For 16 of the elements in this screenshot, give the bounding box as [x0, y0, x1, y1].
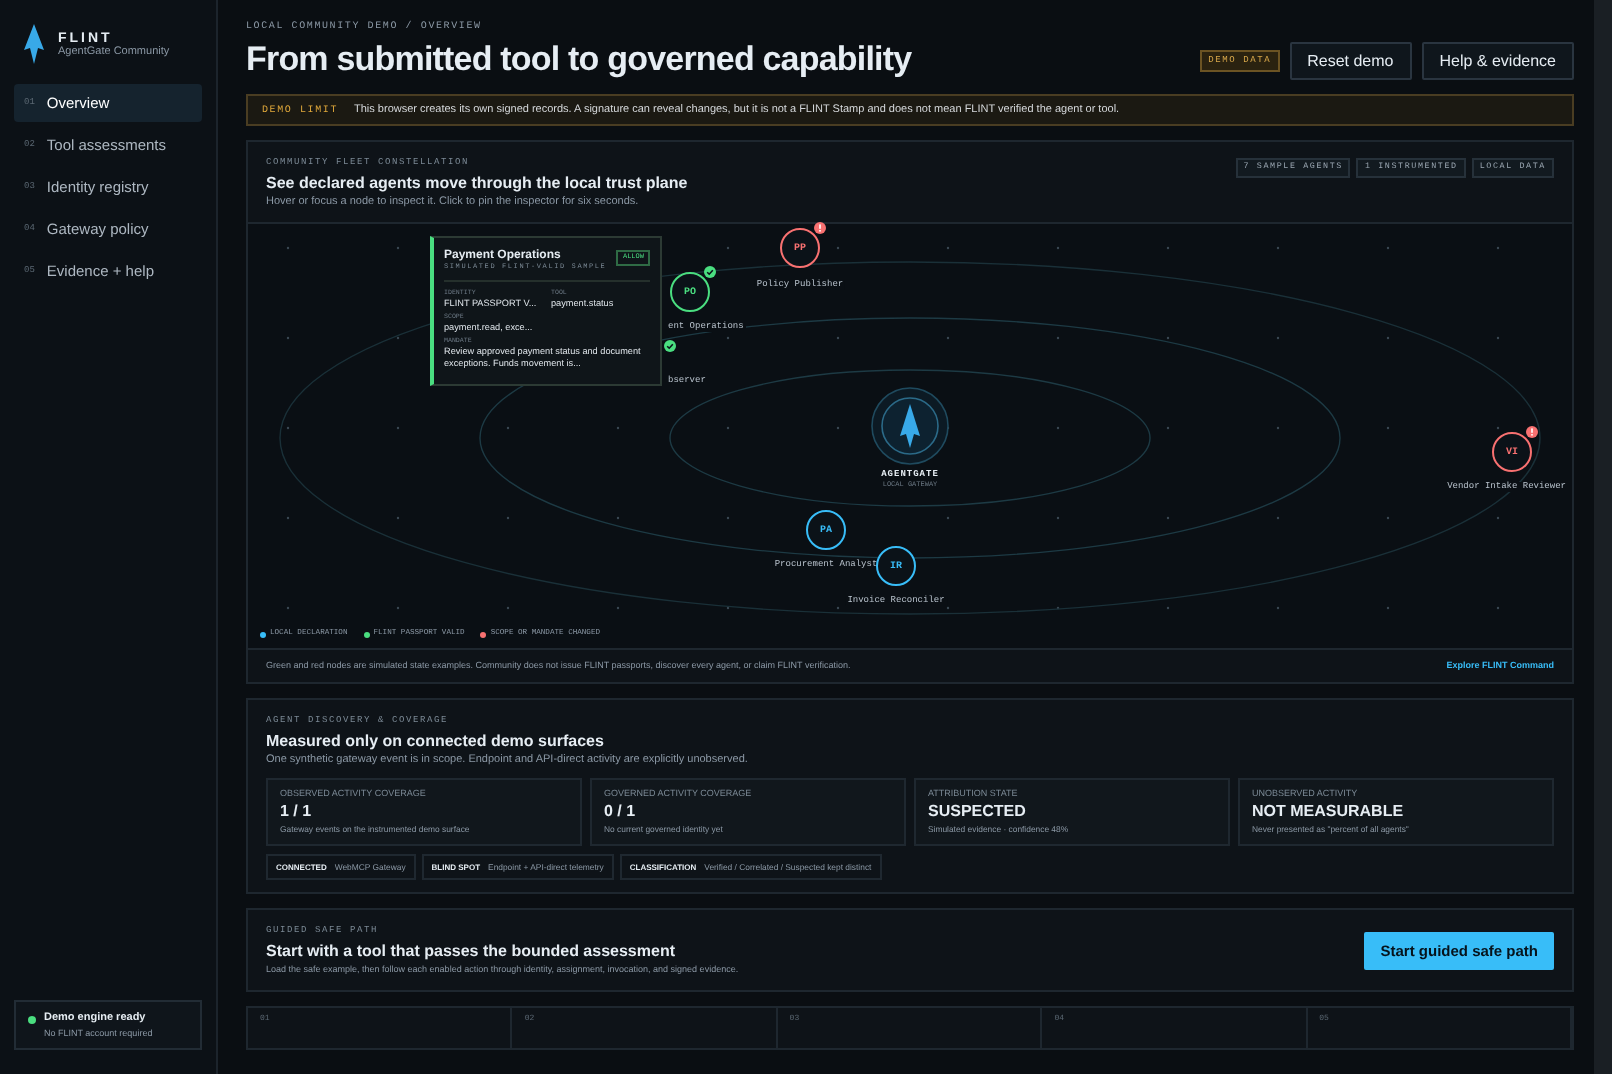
- alert-badge-icon: [814, 222, 826, 234]
- header-button[interactable]: Reset demo: [1289, 42, 1412, 80]
- check-badge-icon: [704, 266, 716, 278]
- section-heading: Measured only on connected demo surfaces: [266, 732, 606, 750]
- stat-value: 0 / 1: [604, 802, 638, 820]
- alert-badge-icon: [1526, 426, 1538, 438]
- stat-value: 1 / 1: [280, 802, 314, 820]
- status-dot: [28, 1016, 36, 1024]
- section-heading: See declared agents move through the local trust plane: [266, 174, 688, 192]
- arrowhead-logo-icon: [22, 24, 46, 64]
- header-button[interactable]: Help & evidence: [1421, 42, 1574, 80]
- gateway-arrowhead-icon[interactable]: [870, 386, 950, 466]
- stat-value: SUSPECTED: [928, 802, 1028, 820]
- page-title: From submitted tool to governed capability: [246, 40, 912, 80]
- section-heading: Start with a tool that passes the bounded assessment: [266, 942, 677, 960]
- stat-value: NOT MEASURABLE: [1252, 802, 1406, 820]
